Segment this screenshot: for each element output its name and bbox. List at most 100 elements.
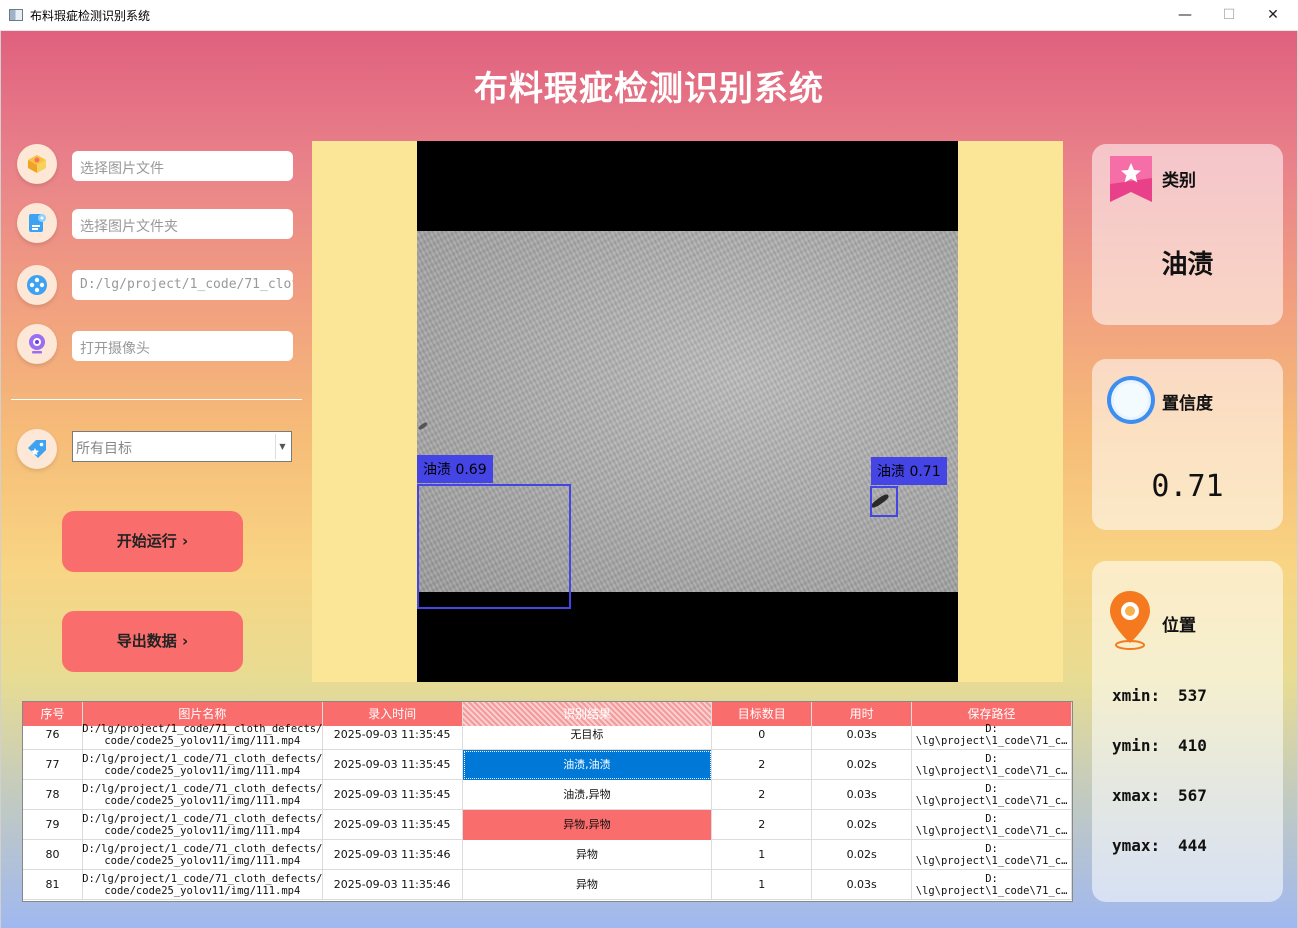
cell-index: 78 — [23, 780, 83, 810]
cell-image-name-line1: D:/lg/project/1_code/71_cloth_defects/ — [82, 843, 323, 855]
target-select-value: 所有目标 — [76, 441, 132, 457]
cell-image-name-line2: code/code25_yolov11/img/111.mp4 — [104, 735, 301, 747]
cell-result: 异物 — [463, 840, 713, 870]
cell-save-path-line1: D: — [985, 873, 998, 885]
cell-save-path-line2: \lg\project\1_code\71_c… — [915, 885, 1068, 897]
video-path-input[interactable]: D:/lg/project/1_code/71_cloth_defects — [72, 270, 293, 300]
start-button[interactable]: 开始运行 › — [62, 511, 243, 572]
table-row[interactable]: 77 D:/lg/project/1_code/71_cloth_defects… — [23, 750, 1072, 780]
ymax-label: ymax: — [1112, 836, 1161, 855]
xmax-label: xmax: — [1112, 786, 1161, 805]
cell-image-name-line2: code/code25_yolov11/img/111.mp4 — [104, 885, 301, 897]
camera-icon[interactable] — [17, 324, 57, 364]
confidence-ring-icon — [1107, 376, 1155, 424]
export-button[interactable]: 导出数据 › — [62, 611, 243, 672]
cell-save-path-line2: \lg\project\1_code\71_c… — [915, 855, 1068, 867]
defect-stain — [417, 421, 429, 431]
minimize-button[interactable]: — — [1162, 0, 1208, 31]
camera-input[interactable]: 打开摄像头 — [72, 331, 293, 361]
table-row[interactable]: 81 D:/lg/project/1_code/71_cloth_defects… — [23, 870, 1072, 900]
cell-image-name: D:/lg/project/1_code/71_cloth_defects/co… — [83, 720, 323, 750]
bookmark-star-icon — [1110, 156, 1152, 202]
cell-elapsed: 0.02s — [812, 810, 913, 840]
table-row[interactable]: 80 D:/lg/project/1_code/71_cloth_defects… — [23, 840, 1072, 870]
close-button[interactable]: ✕ — [1250, 0, 1296, 31]
ymin-label: ymin: — [1112, 736, 1161, 755]
location-pin-icon — [1110, 591, 1150, 650]
detection-viewer: 油渍 0.69 油渍 0.71 — [312, 141, 1063, 682]
ymin-value: 410 — [1178, 736, 1207, 755]
sidebar-divider — [11, 399, 302, 400]
cell-time: 2025-09-03 11:35:46 — [323, 870, 463, 900]
video-frame: 油渍 0.69 油渍 0.71 — [417, 141, 958, 682]
app-window-icon — [9, 9, 23, 21]
cell-save-path-line1: D: — [985, 783, 998, 795]
cell-count: 1 — [712, 840, 813, 870]
image-file-icon[interactable] — [17, 144, 57, 184]
cell-result-highlighted: 异物,异物 — [462, 810, 713, 840]
cell-index: 81 — [23, 870, 83, 900]
ymax-value: 444 — [1178, 836, 1207, 855]
cell-save-path-line1: D: — [985, 843, 998, 855]
cell-time: 2025-09-03 11:35:45 — [323, 750, 463, 780]
xmin-value: 537 — [1178, 686, 1207, 705]
cell-result: 异物 — [463, 870, 713, 900]
target-select[interactable]: 所有目标 ▼ — [72, 431, 292, 462]
detection-box — [870, 486, 898, 517]
detection-label: 油渍 0.69 — [417, 455, 493, 483]
cell-save-path: D: \lg\project\1_code\71_c… — [912, 780, 1072, 810]
cell-result-selected[interactable]: 油渍,油渍 — [462, 750, 713, 780]
table-row[interactable]: 76 D:/lg/project/1_code/71_cloth_defects… — [23, 720, 1072, 750]
cell-image-name-line2: code/code25_yolov11/img/111.mp4 — [104, 825, 301, 837]
table-row[interactable]: 79 D:/lg/project/1_code/71_cloth_defects… — [23, 810, 1072, 840]
cell-save-path-line2: \lg\project\1_code\71_c… — [915, 735, 1068, 747]
cell-elapsed: 0.03s — [812, 780, 913, 810]
ymin-row: ymin: 410 — [1112, 736, 1207, 755]
results-table[interactable]: 序号 图片名称 录入时间 识别结果 目标数目 用时 保存路径 76 D:/lg/… — [22, 701, 1073, 902]
cell-count: 1 — [712, 870, 813, 900]
xmax-row: xmax: 567 — [1112, 786, 1207, 805]
cell-image-name-line2: code/code25_yolov11/img/111.mp4 — [104, 855, 301, 867]
cell-index: 80 — [23, 840, 83, 870]
image-folder-input[interactable]: 选择图片文件夹 — [72, 209, 293, 239]
cell-save-path-line2: \lg\project\1_code\71_c… — [915, 795, 1068, 807]
cell-save-path: D: \lg\project\1_code\71_c… — [912, 720, 1072, 750]
cell-save-path-line1: D: — [985, 723, 998, 735]
xmin-row: xmin: 537 — [1112, 686, 1207, 705]
cell-image-name-line1: D:/lg/project/1_code/71_cloth_defects/ — [82, 783, 323, 795]
cell-elapsed: 0.02s — [812, 750, 913, 780]
cell-count: 2 — [712, 780, 813, 810]
cell-result: 油渍,异物 — [463, 780, 713, 810]
cell-elapsed: 0.03s — [812, 720, 913, 750]
cell-image-name: D:/lg/project/1_code/71_cloth_defects/co… — [83, 840, 323, 870]
table-row[interactable]: 78 D:/lg/project/1_code/71_cloth_defects… — [23, 780, 1072, 810]
cell-save-path: D: \lg\project\1_code\71_c… — [912, 840, 1072, 870]
confidence-value: 0.71 — [1151, 469, 1224, 504]
xmin-label: xmin: — [1112, 686, 1161, 705]
cell-time: 2025-09-03 11:35:46 — [323, 840, 463, 870]
cell-elapsed: 0.03s — [812, 870, 913, 900]
maximize-button[interactable]: ☐ — [1206, 0, 1252, 31]
cell-image-name: D:/lg/project/1_code/71_cloth_defects/co… — [83, 750, 323, 780]
cell-result: 无目标 — [463, 720, 713, 750]
image-folder-icon[interactable] — [17, 203, 57, 243]
confidence-title: 置信度 — [1162, 394, 1213, 414]
image-file-input[interactable]: 选择图片文件 — [72, 151, 293, 181]
position-card: 位置 xmin: 537 ymin: 410 xmax: 567 ymax: 444 — [1092, 561, 1283, 902]
cell-image-name: D:/lg/project/1_code/71_cloth_defects/co… — [83, 870, 323, 900]
class-card: 类别 油渍 — [1092, 144, 1283, 325]
video-file-icon[interactable] — [17, 265, 57, 305]
cell-image-name: D:/lg/project/1_code/71_cloth_defects/co… — [83, 810, 323, 840]
app-heading: 布料瑕疵检测识别系统 — [474, 69, 824, 109]
cell-image-name-line1: D:/lg/project/1_code/71_cloth_defects/ — [82, 873, 323, 885]
chevron-down-icon[interactable]: ▼ — [275, 434, 289, 459]
cell-save-path-line1: D: — [985, 753, 998, 765]
window-title: 布料瑕疵检测识别系统 — [30, 9, 151, 23]
class-title: 类别 — [1162, 171, 1196, 191]
cell-image-name-line1: D:/lg/project/1_code/71_cloth_defects/ — [82, 723, 323, 735]
cell-image-name: D:/lg/project/1_code/71_cloth_defects/co… — [83, 780, 323, 810]
cell-index: 77 — [23, 750, 83, 780]
detection-label: 油渍 0.71 — [871, 457, 947, 485]
cell-save-path: D: \lg\project\1_code\71_c… — [912, 870, 1072, 900]
ymax-row: ymax: 444 — [1112, 836, 1207, 855]
